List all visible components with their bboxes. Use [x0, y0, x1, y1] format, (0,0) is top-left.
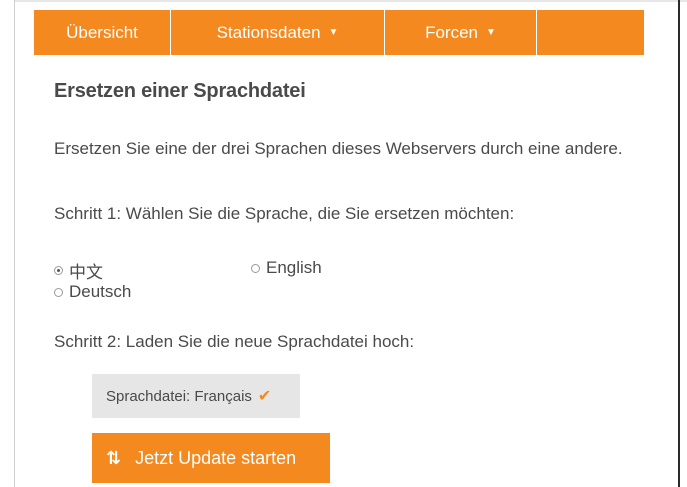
start-update-button[interactable]: ⇅ Jetzt Update starten	[92, 433, 330, 483]
main-content: Ersetzen einer Sprachdatei Ersetzen Sie …	[54, 80, 644, 483]
radio-chinese[interactable]: 中文	[54, 258, 103, 283]
chevron-down-icon: ▼	[328, 27, 339, 38]
radio-english[interactable]: English	[251, 258, 322, 278]
radio-unselected-icon	[54, 287, 63, 297]
nav-tab-label: Stationsdaten	[216, 22, 321, 42]
chevron-down-icon: ▼	[486, 27, 496, 38]
page-title: Ersetzen einer Sprachdatei	[54, 80, 306, 102]
nav-tab-label: Forcen	[425, 22, 478, 42]
nav-tab-forcen[interactable]: Forcen ▼	[385, 10, 537, 55]
radio-label: 中文	[69, 263, 103, 282]
check-icon: ✔	[257, 388, 272, 405]
nav-tab-label: Übersicht	[66, 22, 138, 42]
radio-deutsch[interactable]: Deutsch	[54, 282, 131, 302]
radio-unselected-icon	[251, 263, 260, 273]
step-1-instruction: Schritt 1: Wählen Sie die Sprache, die S…	[54, 204, 515, 223]
top-navigation: Übersicht Stationsdaten ▼ Forcen ▼	[34, 10, 644, 55]
nav-tab-uebersicht[interactable]: Übersicht	[34, 10, 171, 55]
window-right-edge	[678, 0, 680, 487]
nav-tab-stationsdaten[interactable]: Stationsdaten ▼	[171, 10, 385, 55]
page-description: Ersetzen Sie eine der drei Sprachen dies…	[54, 139, 623, 158]
step-2-instruction: Schritt 2: Laden Sie die neue Sprachdate…	[54, 332, 415, 351]
window-left-edge	[0, 0, 15, 487]
language-file-chip[interactable]: Sprachdatei: Français ✔	[92, 374, 300, 418]
file-label: Sprachdatei: Français	[106, 387, 252, 405]
window-top-edge	[0, 0, 687, 2]
radio-label: Deutsch	[69, 282, 132, 301]
radio-selected-icon	[54, 266, 63, 275]
refresh-icon: ⇅	[106, 447, 122, 468]
radio-label: English	[266, 258, 322, 277]
nav-tab-empty[interactable]	[537, 10, 644, 55]
update-button-label: Jetzt Update starten	[135, 447, 297, 468]
